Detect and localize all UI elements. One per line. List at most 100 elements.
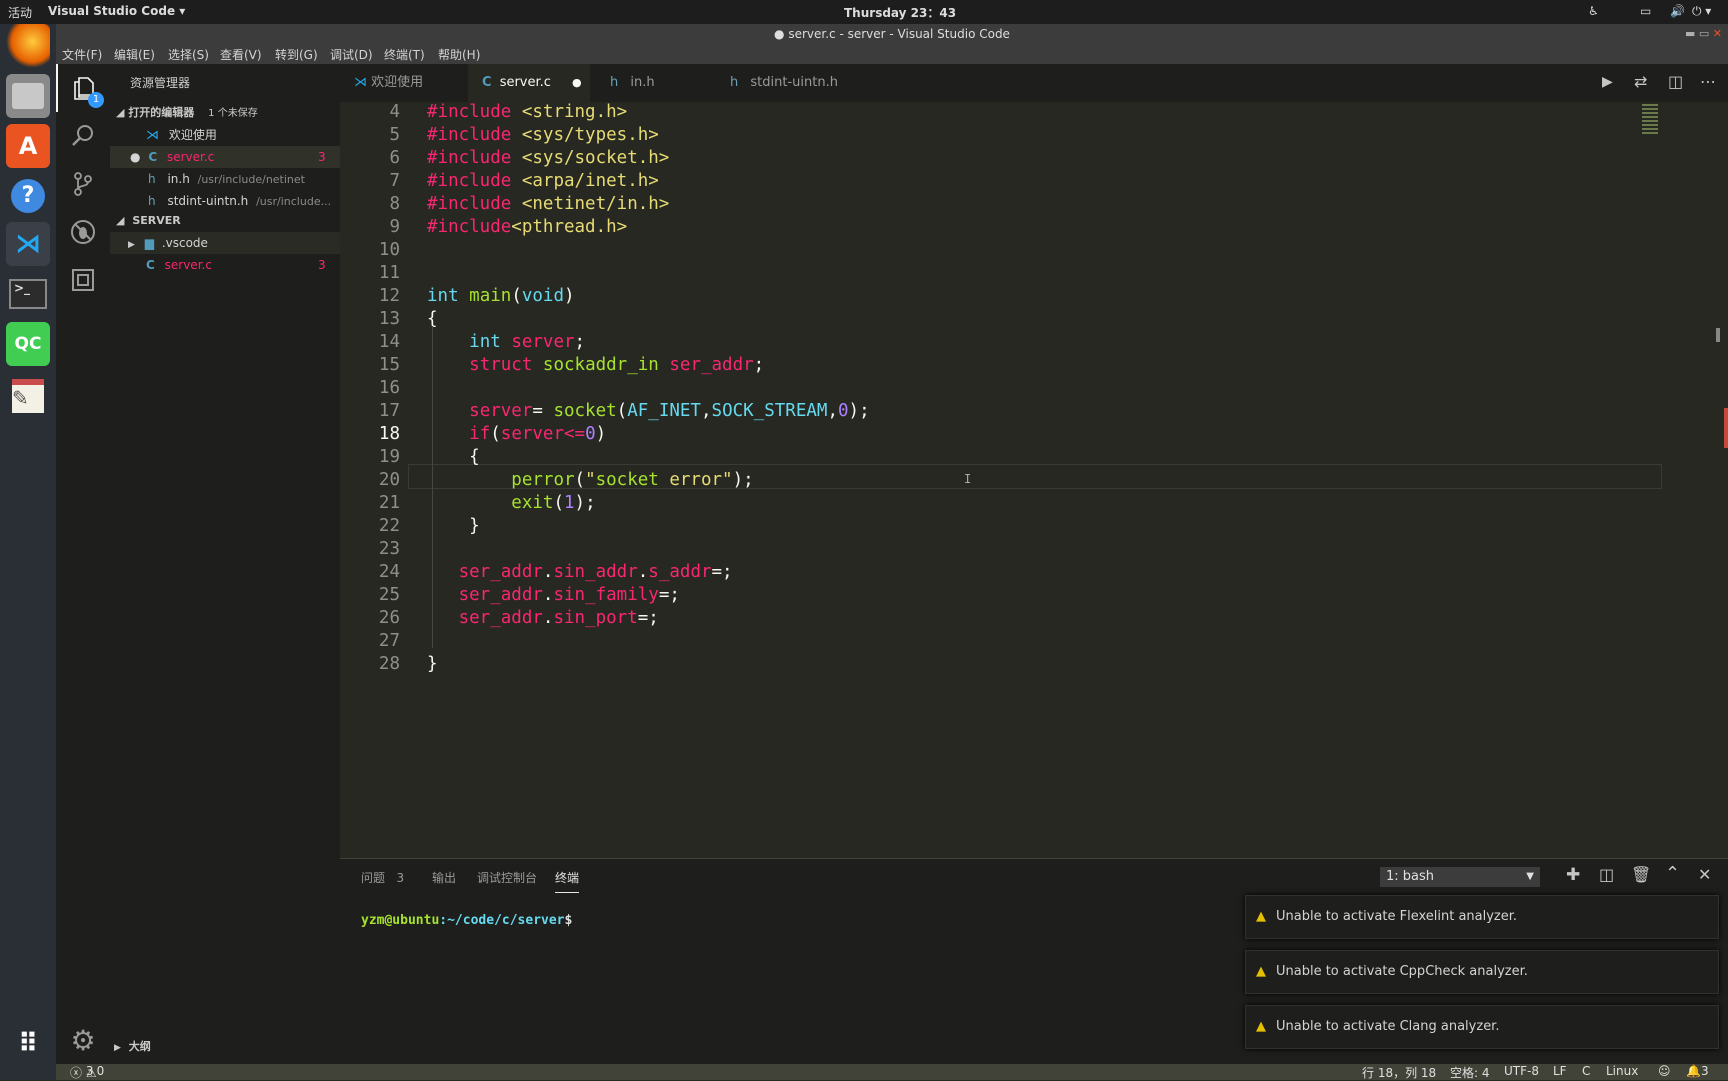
code-line[interactable]: #include<pthread.h> bbox=[427, 217, 627, 237]
new-terminal-icon[interactable]: ✚ bbox=[1566, 865, 1580, 885]
chevron-right-icon: ▶ bbox=[128, 240, 135, 250]
files-icon[interactable] bbox=[6, 74, 50, 118]
open-editor-stdint[interactable]: h stdint-uintn.h /usr/include... bbox=[110, 190, 340, 212]
open-editor-welcome[interactable]: ⋊ 欢迎使用 bbox=[110, 124, 340, 146]
explorer-icon[interactable]: 1 bbox=[56, 64, 110, 112]
problems-status[interactable]: ⓧ 3 ⚠ 0 bbox=[70, 1064, 104, 1081]
trash-icon[interactable]: 🗑 bbox=[1631, 865, 1651, 884]
scrollbar-thumb[interactable] bbox=[1716, 328, 1720, 342]
tab-in-h[interactable]: h in.h bbox=[596, 64, 710, 102]
notification-flexelint[interactable]: ▲ Unable to activate Flexelint analyzer. bbox=[1245, 895, 1719, 939]
firefox-icon[interactable] bbox=[6, 24, 50, 68]
os-config[interactable]: Linux bbox=[1606, 1064, 1638, 1078]
line-ending[interactable]: LF bbox=[1553, 1064, 1567, 1078]
open-editors-header[interactable]: ◢ 打开的编辑器 1 个未保存 bbox=[110, 102, 340, 124]
open-editor-server-c[interactable]: ● C server.c 3 bbox=[110, 146, 340, 168]
panel-tab-output[interactable]: 输出 bbox=[432, 869, 456, 886]
code-line[interactable]: #include <netinet/in.h> bbox=[427, 194, 669, 214]
window-controls[interactable]: ▬ ▭ ✕ bbox=[1685, 24, 1722, 44]
tab-server-c[interactable]: C server.c ● bbox=[468, 64, 590, 102]
power-icon[interactable]: ⏻ ▾ bbox=[1692, 4, 1711, 19]
outline-header[interactable]: ▶ 大纲 bbox=[110, 1036, 340, 1058]
debug-icon[interactable] bbox=[56, 208, 110, 256]
code-line[interactable]: #include <string.h> bbox=[427, 102, 627, 122]
show-apps-icon[interactable]: ⠿ bbox=[6, 1022, 50, 1066]
software-center-icon[interactable]: A bbox=[6, 124, 50, 168]
menu-view[interactable]: 查看(V) bbox=[220, 46, 262, 63]
menu-file[interactable]: 文件(F) bbox=[62, 46, 102, 63]
open-editor-in-h[interactable]: h in.h /usr/include/netinet bbox=[110, 168, 340, 190]
help-icon[interactable]: ? bbox=[6, 174, 50, 218]
terminal-icon[interactable]: >_ bbox=[6, 272, 50, 316]
code-line[interactable]: int main(void) bbox=[427, 286, 575, 306]
encoding[interactable]: UTF-8 bbox=[1504, 1064, 1539, 1078]
warning-icon: ▲ bbox=[1256, 1019, 1266, 1034]
window-title-bar: ● server.c - server - Visual Studio Code… bbox=[56, 24, 1728, 44]
notification-cppcheck[interactable]: ▲ Unable to activate CppCheck analyzer. bbox=[1245, 950, 1719, 994]
search-icon[interactable] bbox=[56, 112, 110, 160]
code-line[interactable]: ser_addr.sin_port=; bbox=[427, 608, 659, 628]
menu-terminal[interactable]: 终端(T) bbox=[384, 46, 425, 63]
more-actions-icon[interactable]: ⋯ bbox=[1700, 72, 1716, 91]
status-bar: ⓧ 3 ⚠ 0 行 18，列 18 空格: 4 UTF-8 LF C Linux… bbox=[56, 1064, 1728, 1080]
menu-help[interactable]: 帮助(H) bbox=[438, 46, 480, 63]
keyboard-icon[interactable]: ▭ bbox=[1640, 4, 1651, 18]
code-line[interactable]: struct sockaddr_in ser_addr; bbox=[427, 355, 764, 375]
code-line[interactable]: if(server<=0) bbox=[427, 424, 606, 444]
settings-gear-icon[interactable]: ⚙ bbox=[56, 1016, 110, 1064]
language-mode[interactable]: C bbox=[1582, 1064, 1590, 1078]
menu-go[interactable]: 转到(G) bbox=[275, 46, 318, 63]
code-line[interactable]: #include <arpa/inet.h> bbox=[427, 171, 659, 191]
tab-stdint[interactable]: h stdint-uintn.h bbox=[716, 64, 856, 102]
text-editor-icon[interactable]: ✎ bbox=[6, 374, 50, 418]
clock[interactable]: Thursday 23：43 bbox=[844, 4, 956, 21]
maximize-panel-icon[interactable]: ⌃ bbox=[1665, 863, 1680, 884]
split-terminal-icon[interactable]: ◫ bbox=[1599, 865, 1614, 884]
accessibility-icon[interactable]: ♿ bbox=[1588, 4, 1599, 18]
sidebar-title: 资源管理器 bbox=[130, 76, 191, 90]
code-editor[interactable]: 4 #include <string.h> 5 #include <sys/types… bbox=[340, 102, 1728, 858]
panel-tab-terminal[interactable]: 终端 bbox=[555, 869, 580, 893]
menu-debug[interactable]: 调试(D) bbox=[330, 46, 373, 63]
tab-welcome[interactable]: ⋊ 欢迎使用 bbox=[340, 64, 454, 102]
code-line[interactable]: ser_addr.sin_family=; bbox=[427, 585, 680, 605]
menu-edit[interactable]: 编辑(E) bbox=[114, 46, 155, 63]
line-number: 9 bbox=[389, 217, 400, 237]
panel-tab-debug-console[interactable]: 调试控制台 bbox=[477, 869, 537, 886]
panel-tab-problems[interactable]: 问题 3 bbox=[361, 869, 404, 886]
compare-icon[interactable]: ⇄ bbox=[1634, 72, 1647, 91]
qtcreator-icon[interactable]: QC bbox=[6, 322, 50, 366]
code-line[interactable]: } bbox=[427, 516, 480, 536]
menu-selection[interactable]: 选择(S) bbox=[168, 46, 209, 63]
minimap[interactable] bbox=[1640, 102, 1728, 858]
close-panel-icon[interactable]: ✕ bbox=[1698, 865, 1711, 884]
code-line[interactable]: #include <sys/socket.h> bbox=[427, 148, 669, 168]
code-line[interactable]: #include <sys/types.h> bbox=[427, 125, 659, 145]
feedback-smiley-icon[interactable]: ☺ bbox=[1658, 1064, 1671, 1078]
app-menu[interactable]: Visual Studio Code ▾ bbox=[48, 4, 185, 18]
code-line[interactable]: } bbox=[427, 654, 438, 674]
code-line[interactable]: perror("socket error"); bbox=[427, 470, 753, 490]
run-icon[interactable]: ▶ bbox=[1602, 74, 1613, 90]
extensions-icon[interactable] bbox=[56, 256, 110, 304]
code-line[interactable]: int server; bbox=[427, 332, 585, 352]
tree-item-vscode-folder[interactable]: ▶ ▆ .vscode bbox=[110, 232, 340, 254]
notifications-bell-icon[interactable]: 🔔 3 bbox=[1686, 1064, 1709, 1078]
vscode-dock-icon[interactable]: ⋊ bbox=[6, 222, 50, 266]
activities-button[interactable]: 活动 bbox=[8, 4, 32, 21]
tree-item-server-c[interactable]: C server.c 3 bbox=[110, 254, 340, 276]
folder-header[interactable]: ◢ SERVER bbox=[110, 210, 340, 232]
unsaved-dot-icon[interactable]: ● bbox=[572, 64, 582, 102]
notification-clang[interactable]: ▲ Unable to activate Clang analyzer. bbox=[1245, 1005, 1719, 1049]
split-editor-icon[interactable]: ◫ bbox=[1668, 72, 1683, 91]
code-line[interactable]: { bbox=[427, 447, 480, 467]
source-control-icon[interactable] bbox=[56, 160, 110, 208]
code-line[interactable]: ser_addr.sin_addr.s_addr=; bbox=[427, 562, 733, 582]
cursor-position[interactable]: 行 18，列 18 bbox=[1362, 1064, 1436, 1081]
terminal-select[interactable]: 1: bash ▼ bbox=[1380, 867, 1540, 887]
indentation[interactable]: 空格: 4 bbox=[1450, 1064, 1490, 1081]
code-line[interactable]: server= socket(AF_INET,SOCK_STREAM,0); bbox=[427, 401, 869, 421]
volume-icon[interactable]: 🔊 bbox=[1670, 4, 1685, 18]
code-line[interactable]: exit(1); bbox=[427, 493, 595, 513]
terminal-output[interactable]: yzm@ubuntu:~/code/c/server$ bbox=[361, 913, 572, 928]
